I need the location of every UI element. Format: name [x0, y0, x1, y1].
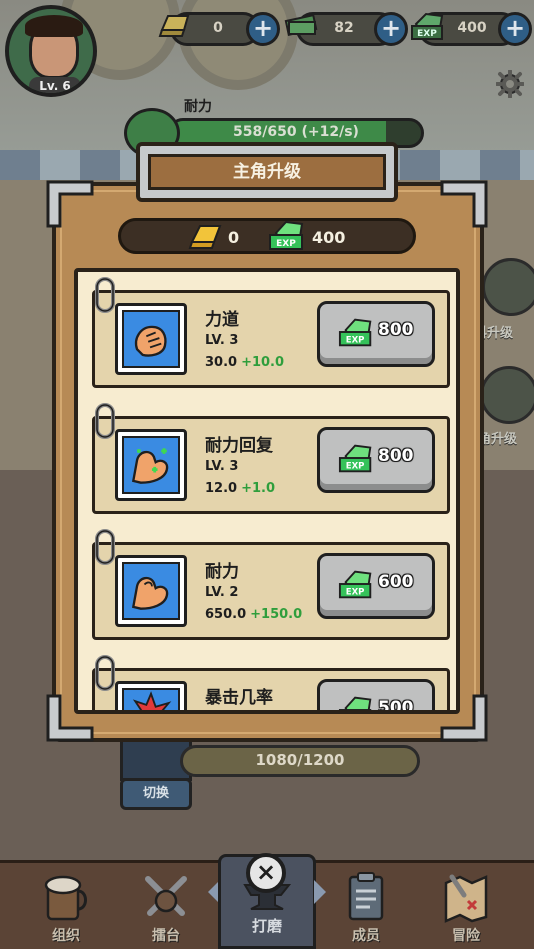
- upgrade-cost: 500: [378, 698, 414, 714]
- stamina-value: 558/650 (+12/s): [233, 124, 359, 140]
- punch-fist-icon: [122, 310, 180, 368]
- cash-stack-icon: [284, 14, 318, 36]
- player-avatar[interactable]: Lv. 6: [5, 5, 97, 97]
- upgrade-values: 650.0 +150.0: [205, 607, 302, 622]
- exp-crystal-icon: EXP: [338, 318, 372, 347]
- nav-next-arrow-icon[interactable]: [314, 880, 326, 904]
- corner-bracket-top-left-icon: [46, 180, 94, 228]
- exp-crystal-icon: EXP: [269, 220, 304, 250]
- upgrade-crit-chance-button[interactable]: EXP 500: [317, 679, 435, 714]
- stamina-regen-arm-icon: [122, 436, 180, 494]
- upgrade-values: 30.0 +10.0: [205, 355, 284, 370]
- nav-label-sharpen: 打磨: [251, 917, 282, 935]
- nav-label-members: 成员: [352, 928, 380, 944]
- add-gold-button[interactable]: +: [246, 12, 280, 46]
- nav-label-arena: 擂台: [152, 928, 180, 944]
- beer-mug-icon: [44, 875, 87, 921]
- svg-text:EXP: EXP: [346, 335, 365, 345]
- upgrade-card-crit-chance: 暴击几率 EXP 500: [92, 655, 450, 714]
- nav-label-organization: 组织: [52, 928, 80, 944]
- progress-bar-lower-text: 1080/1200: [255, 751, 345, 769]
- svg-text:EXP: EXP: [417, 29, 437, 39]
- nav-item-members[interactable]: 成员: [316, 863, 416, 949]
- svg-text:EXP: EXP: [346, 713, 365, 714]
- add-exp-button[interactable]: +: [498, 12, 532, 46]
- svg-text:EXP: EXP: [346, 461, 365, 471]
- upgrade-name: 力道: [205, 310, 239, 330]
- crit-icon-frame: [115, 681, 187, 710]
- critical-hit-icon: [122, 688, 180, 710]
- cash-value: 82: [334, 20, 354, 36]
- upgrade-bonus: +150.0: [250, 607, 303, 622]
- gold-bar-icon: [158, 15, 190, 37]
- upgrade-strength-button[interactable]: EXP 800: [317, 301, 435, 367]
- stamina-icon-frame: [115, 555, 187, 627]
- dialog-gold-value: 0: [228, 228, 240, 247]
- upgrade-level: LV. 2: [205, 585, 239, 600]
- upgrade-stamina-regen-button[interactable]: EXP 800: [317, 427, 435, 493]
- dialog-resource-bar: [118, 218, 416, 254]
- gold-value: 0: [213, 20, 223, 36]
- upgrade-name: 耐力回复: [205, 436, 273, 456]
- upgrade-current-value: 650.0: [205, 607, 247, 622]
- exp-crystal-icon: EXP: [338, 570, 372, 599]
- upgrade-card-stamina-regen: 耐力回复 LV. 3 12.0 +1.0 EXP 800: [92, 403, 450, 514]
- dialog-title: 主角升级: [148, 154, 386, 190]
- upgrade-current-value: 12.0: [205, 481, 238, 496]
- hero-upgrade-side-button[interactable]: [480, 366, 534, 424]
- treasure-map-icon: [444, 874, 488, 923]
- exp-crystal-icon: EXP: [411, 12, 444, 40]
- avatar-hair: [25, 15, 83, 37]
- upgrade-level: LV. 3: [205, 333, 239, 348]
- exp-value: 400: [457, 20, 487, 36]
- settings-gear-icon[interactable]: [496, 70, 524, 98]
- upgrade-cost: 800: [378, 446, 414, 466]
- dialog-title-plate: 主角升级: [136, 142, 398, 202]
- dialog-exp-value: 400: [312, 228, 346, 247]
- upgrade-current-value: 30.0: [205, 355, 238, 370]
- upgrade-name: 耐力: [205, 562, 239, 582]
- upgrade-level: LV. 3: [205, 459, 239, 474]
- nav-item-adventure[interactable]: 冒险: [416, 863, 516, 949]
- upgrade-stamina-button[interactable]: EXP 600: [317, 553, 435, 619]
- upgrade-cost: 800: [378, 320, 414, 340]
- upgrade-cost: 600: [378, 572, 414, 592]
- nav-item-organization[interactable]: 组织: [16, 863, 116, 949]
- crossed-swords-icon: [145, 876, 187, 916]
- tech-upgrade-side-button[interactable]: [482, 258, 534, 316]
- upgrade-card-stamina: 耐力 LV. 2 650.0 +150.0 EXP 600: [92, 529, 450, 640]
- upgrade-card-strength: 力道 LV. 3 30.0 +10.0 EXP 800: [92, 277, 450, 388]
- upgrade-name: 暴击几率: [205, 688, 273, 708]
- exp-crystal-icon: EXP: [338, 444, 372, 473]
- upgrade-bonus: +10.0: [241, 355, 285, 370]
- flexed-arm-icon: [122, 562, 180, 620]
- exp-crystal-icon: EXP: [338, 696, 372, 714]
- nav-label-adventure: 冒险: [452, 928, 480, 944]
- strength-icon-frame: [115, 303, 187, 375]
- add-cash-button[interactable]: +: [374, 12, 408, 46]
- upgrade-bonus: +1.0: [241, 481, 275, 496]
- svg-text:EXP: EXP: [346, 587, 365, 597]
- switch-button[interactable]: 切换: [120, 778, 192, 810]
- clipboard-icon: [348, 872, 384, 921]
- stamina-regen-icon-frame: [115, 429, 187, 501]
- svg-text:EXP: EXP: [276, 239, 296, 249]
- close-dialog-button[interactable]: ×: [246, 853, 286, 893]
- corner-bracket-top-right-icon: [440, 180, 488, 228]
- upgrade-list[interactable]: 力道 LV. 3 30.0 +10.0 EXP 800 耐力回复 LV. 3 1…: [74, 268, 460, 714]
- nav-item-arena[interactable]: 擂台: [116, 863, 216, 949]
- player-level: Lv. 6: [29, 77, 81, 93]
- upgrade-values: 12.0 +1.0: [205, 481, 275, 496]
- gold-bar-icon: [188, 225, 222, 249]
- stamina-label: 耐力: [184, 99, 212, 115]
